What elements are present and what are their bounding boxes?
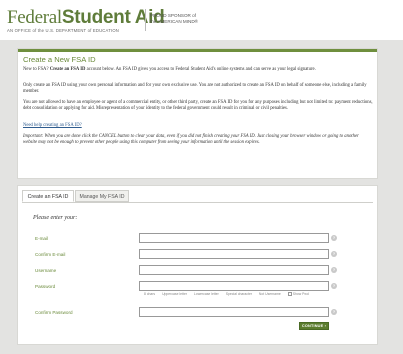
confirm-password-field[interactable]: [139, 307, 329, 317]
username-label: Username: [35, 268, 57, 273]
tab-create-fsa-id[interactable]: Create an FSA ID: [22, 190, 74, 202]
info-panel-accent: [18, 49, 377, 52]
intro-text-after: account below. An FSA ID gives you acces…: [85, 67, 316, 72]
confirm-password-label: Confirm Password: [35, 310, 73, 315]
password-rule: 8 chars: [144, 292, 156, 296]
logo-text-light: Federal: [7, 7, 62, 28]
own-use-paragraph: Only create an FSA ID using your own per…: [23, 83, 367, 95]
sponsor-line-2: the AMERICAN MIND®: [150, 19, 199, 24]
form-prompt: Please enter your:: [33, 215, 78, 221]
site-header: FederalStudent Aid AN OFFICE of the U.S.…: [0, 0, 403, 40]
continue-button[interactable]: CONTINUE ›: [299, 322, 329, 330]
tab-strip-border: [22, 202, 373, 203]
intro-text-before: New to FSA?: [23, 67, 50, 72]
password-label: Password: [35, 284, 56, 289]
important-notice: Important: When you are done click the C…: [23, 134, 373, 147]
show-password-label: Show Pwd: [292, 292, 309, 296]
sponsor-text: PROUD SPONSOR of the AMERICAN MIND®: [150, 13, 198, 25]
password-rules: 8 chars Uppercase letter Lowercase lette…: [144, 292, 321, 297]
tab-manage-fsa-id[interactable]: Manage My FSA ID: [75, 190, 129, 202]
email-help-icon[interactable]: ?: [331, 235, 337, 241]
federal-student-aid-logo[interactable]: FederalStudent Aid: [7, 7, 165, 29]
page-title: Create a New FSA ID: [23, 55, 96, 64]
third-party-paragraph: You are not allowed to have an employee …: [23, 100, 373, 112]
help-link[interactable]: Need help creating an FSA ID?: [23, 123, 373, 129]
confirm-email-label: Confirm E-mail: [35, 252, 66, 257]
username-help-icon[interactable]: ?: [331, 267, 337, 273]
fsa-id-form-panel: Create an FSA ID Manage My FSA ID Please…: [17, 185, 378, 345]
password-rule: Lowercase letter: [193, 292, 219, 296]
password-field[interactable]: [139, 281, 329, 291]
password-help-icon[interactable]: ?: [331, 283, 337, 289]
confirm-password-help-icon[interactable]: ?: [331, 309, 337, 315]
header-divider: [145, 9, 146, 31]
password-rule: Not Username: [258, 292, 281, 296]
show-password-toggle[interactable]: Show Pwd: [287, 292, 315, 297]
important-notice-text: Important: When you are done click the C…: [23, 134, 359, 146]
info-panel: Create a New FSA ID New to FSA? Create a…: [17, 48, 378, 179]
password-rule: Uppercase letter: [162, 292, 187, 296]
show-password-checkbox[interactable]: [287, 292, 292, 297]
intro-paragraph: New to FSA? Create an FSA ID account bel…: [23, 67, 373, 73]
email-field[interactable]: [139, 233, 329, 243]
intro-text-bold: Create an FSA ID: [49, 67, 86, 72]
password-rule: Special character: [225, 292, 252, 296]
logo-subtitle: AN OFFICE of the U.S. DEPARTMENT of EDUC…: [7, 28, 120, 33]
username-field[interactable]: [139, 265, 329, 275]
confirm-email-help-icon[interactable]: ?: [331, 251, 337, 257]
confirm-email-field[interactable]: [139, 249, 329, 259]
email-label: E-mail: [35, 236, 49, 241]
